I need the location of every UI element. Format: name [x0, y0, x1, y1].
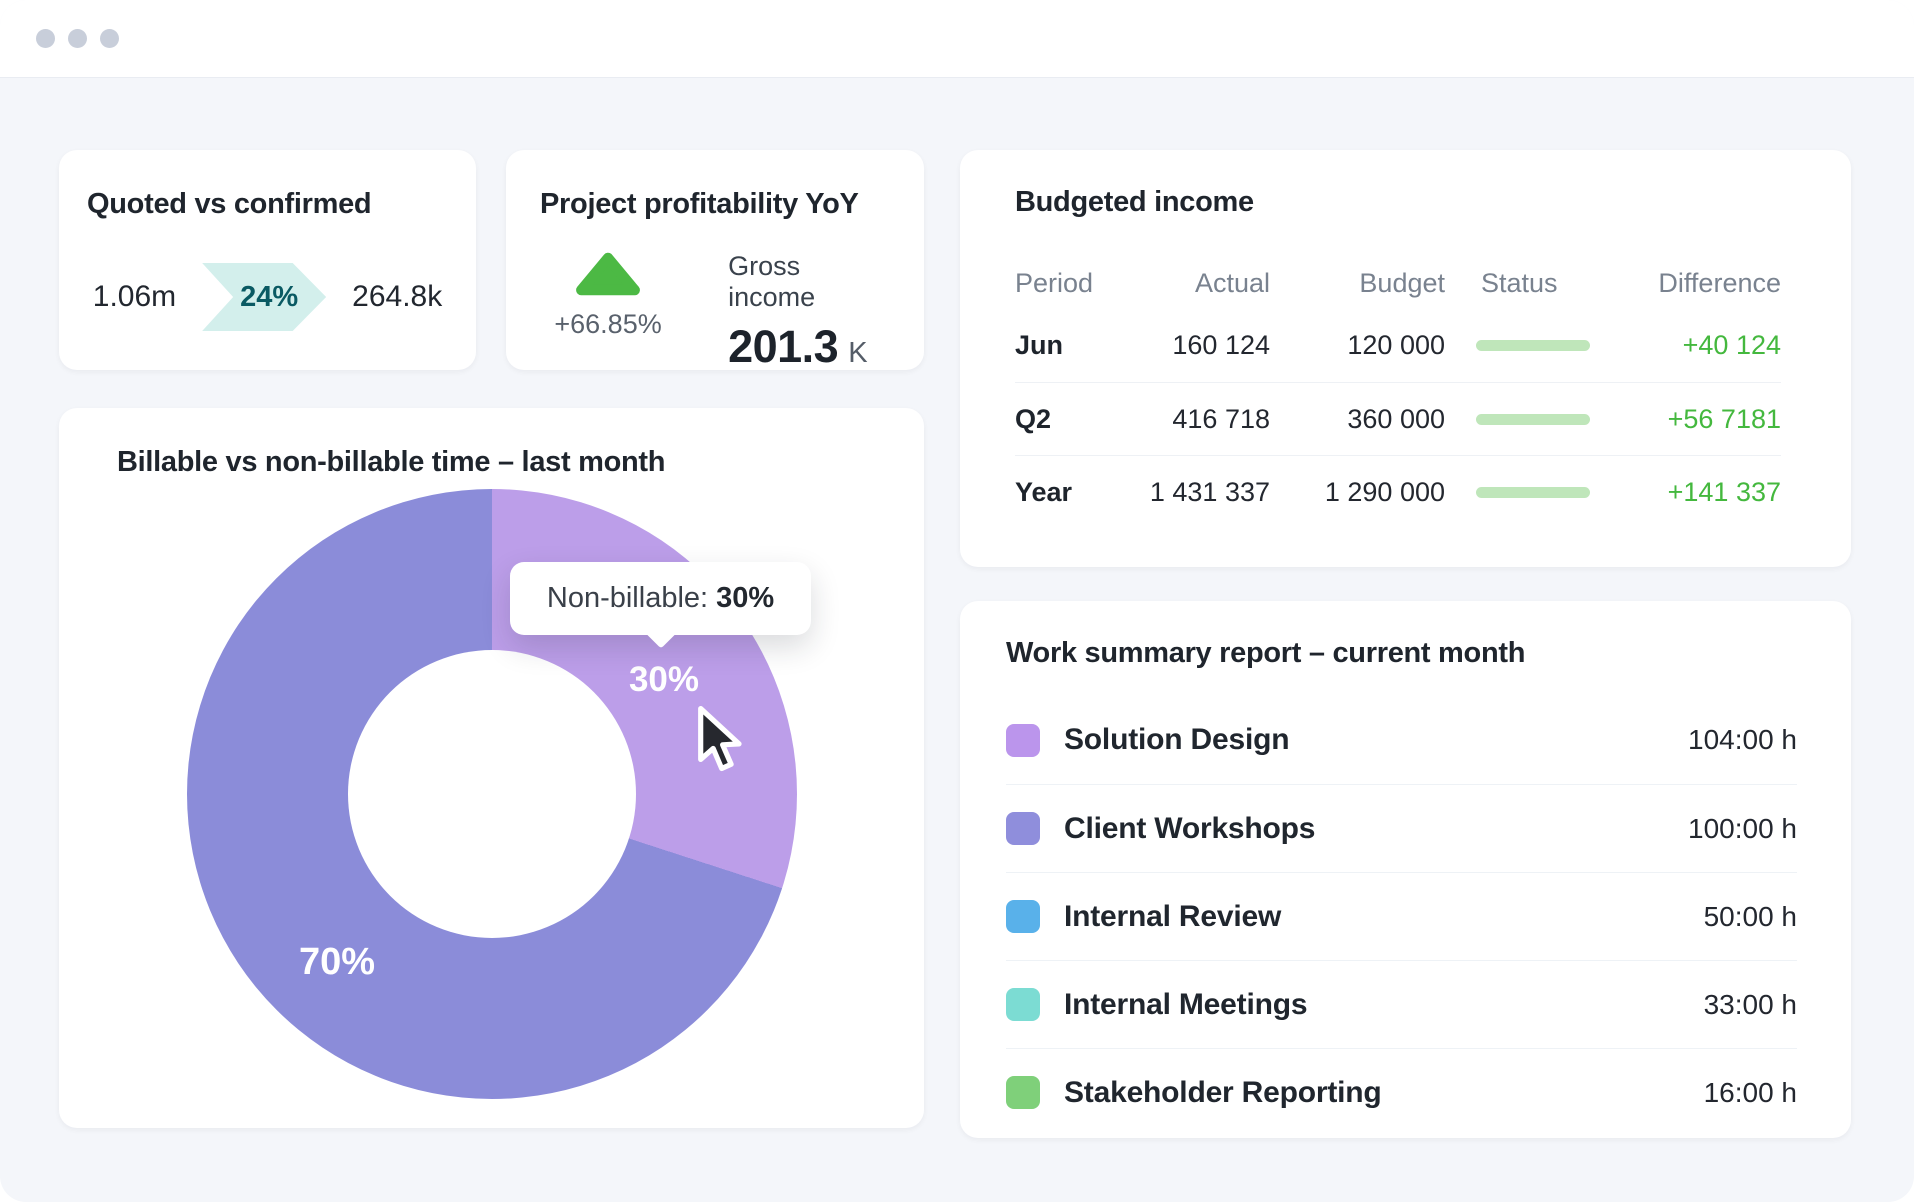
budgeted-income-card: Budgeted income Period Actual Budget Sta…	[960, 150, 1851, 567]
list-item: Internal Meetings 33:00 h	[1006, 960, 1797, 1048]
period-cell: Q2	[1015, 404, 1100, 435]
actual-cell: 1 431 337	[1100, 477, 1270, 508]
status-progress-bar	[1476, 414, 1590, 425]
dashboard-content: Quoted vs confirmed 1.06m 24% 264.8k Pro…	[0, 78, 1914, 1138]
work-summary-list: Solution Design 104:00 h Client Workshop…	[1006, 696, 1797, 1136]
window-dot-icon[interactable]	[36, 29, 55, 48]
category-hours: 33:00 h	[1704, 989, 1797, 1021]
budget-cell: 360 000	[1270, 404, 1445, 435]
budgeted-table: Period Actual Budget Status Difference J…	[1015, 257, 1781, 528]
work-summary-card: Work summary report – current month Solu…	[960, 601, 1851, 1138]
actual-cell: 416 718	[1100, 404, 1270, 435]
category-color-swatch	[1006, 1076, 1040, 1109]
category-label: Internal Meetings	[1064, 988, 1307, 1022]
quoted-vs-confirmed-card: Quoted vs confirmed 1.06m 24% 264.8k	[59, 150, 476, 370]
category-label: Solution Design	[1064, 723, 1289, 757]
difference-cell: +40 124	[1610, 330, 1781, 361]
list-item: Internal Review 50:00 h	[1006, 872, 1797, 960]
column-header-difference: Difference	[1610, 268, 1781, 299]
category-hours: 50:00 h	[1704, 901, 1797, 933]
difference-cell: +141 337	[1610, 477, 1781, 508]
yoy-delta: +66.85%	[554, 309, 661, 340]
budget-cell: 1 290 000	[1270, 477, 1445, 508]
quoted-amount: 1.06m	[93, 280, 176, 314]
card-title: Quoted vs confirmed	[87, 188, 448, 221]
category-color-swatch	[1006, 900, 1040, 933]
window-dot-icon[interactable]	[100, 29, 119, 48]
period-cell: Year	[1015, 477, 1100, 508]
donut-hole	[348, 650, 636, 938]
category-label: Client Workshops	[1064, 812, 1315, 846]
category-color-swatch	[1006, 988, 1040, 1021]
gross-income-block: Gross income 201.3 K	[728, 251, 890, 373]
left-column: Quoted vs confirmed 1.06m 24% 264.8k Pro…	[59, 150, 924, 1138]
gross-income-unit: K	[848, 337, 867, 370]
chart-tooltip: Non-billable: 30%	[510, 562, 811, 635]
confirmed-amount: 264.8k	[352, 280, 442, 314]
profitability-row: +66.85% Gross income 201.3 K	[540, 251, 890, 373]
nonbillable-slice-label: 30%	[604, 660, 724, 700]
column-header-actual: Actual	[1100, 268, 1270, 299]
tooltip-label: Non-billable:	[547, 582, 708, 615]
chart-title: Billable vs non-billable time – last mon…	[117, 446, 665, 479]
list-item: Stakeholder Reporting 16:00 h	[1006, 1048, 1797, 1136]
table-row: Jun 160 124 120 000 +40 124	[1015, 309, 1781, 382]
quoted-values-row: 1.06m 24% 264.8k	[87, 263, 448, 331]
conversion-percentage: 24%	[240, 281, 298, 314]
card-title: Budgeted income	[1015, 186, 1781, 219]
gross-income-label: Gross income	[728, 251, 890, 313]
status-progress-bar	[1476, 487, 1590, 498]
category-color-swatch	[1006, 724, 1040, 757]
mouse-cursor-icon	[691, 704, 753, 774]
column-header-status: Status	[1445, 268, 1610, 299]
category-hours: 16:00 h	[1704, 1077, 1797, 1109]
column-header-budget: Budget	[1270, 268, 1445, 299]
difference-cell: +56 7181	[1610, 404, 1781, 435]
billable-slice-label: 70%	[277, 941, 397, 984]
table-row: Year 1 431 337 1 290 000 +141 337	[1015, 455, 1781, 528]
budgeted-table-body: Jun 160 124 120 000 +40 124 Q2 416 718 3…	[1015, 309, 1781, 528]
budget-cell: 120 000	[1270, 330, 1445, 361]
card-title: Work summary report – current month	[1006, 637, 1797, 670]
category-color-swatch	[1006, 812, 1040, 845]
trend-up-icon	[573, 251, 643, 297]
conversion-arrow-badge: 24%	[202, 263, 326, 331]
actual-cell: 160 124	[1100, 330, 1270, 361]
trend-block: +66.85%	[540, 251, 676, 373]
status-progress-bar	[1476, 340, 1590, 351]
category-label: Stakeholder Reporting	[1064, 1076, 1382, 1110]
tooltip-value: 30%	[716, 582, 774, 615]
list-item: Client Workshops 100:00 h	[1006, 784, 1797, 872]
window-titlebar	[0, 0, 1914, 78]
category-hours: 100:00 h	[1688, 813, 1797, 845]
project-profitability-card: Project profitability YoY +66.85% Gross …	[506, 150, 924, 370]
table-row: Q2 416 718 360 000 +56 7181	[1015, 382, 1781, 455]
window-dot-icon[interactable]	[68, 29, 87, 48]
category-label: Internal Review	[1064, 900, 1281, 934]
category-hours: 104:00 h	[1688, 724, 1797, 756]
card-title: Project profitability YoY	[540, 188, 890, 221]
billable-donut-card: Billable vs non-billable time – last mon…	[59, 408, 924, 1128]
right-column: Budgeted income Period Actual Budget Sta…	[960, 150, 1851, 1138]
column-header-period: Period	[1015, 268, 1100, 299]
list-item: Solution Design 104:00 h	[1006, 696, 1797, 784]
period-cell: Jun	[1015, 330, 1100, 361]
gross-income-valueline: 201.3 K	[728, 321, 890, 373]
kpi-row: Quoted vs confirmed 1.06m 24% 264.8k Pro…	[59, 150, 924, 370]
app-window: Quoted vs confirmed 1.06m 24% 264.8k Pro…	[0, 0, 1914, 1202]
gross-income-value: 201.3	[728, 321, 838, 373]
budgeted-table-header: Period Actual Budget Status Difference	[1015, 257, 1781, 309]
